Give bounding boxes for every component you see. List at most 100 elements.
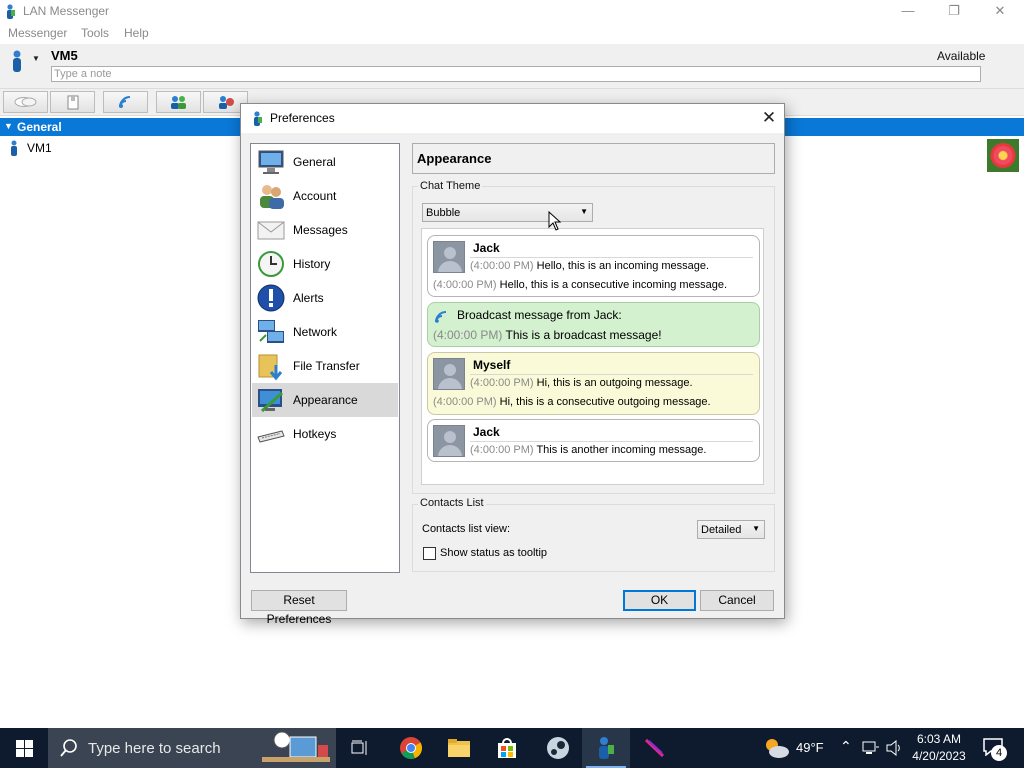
category-messages[interactable]: Messages bbox=[252, 213, 398, 247]
sender-name: Myself bbox=[473, 358, 511, 372]
keyboard-icon bbox=[257, 430, 285, 443]
clock-time: 6:03 AM bbox=[916, 732, 962, 746]
clock-date: 4/20/2023 bbox=[912, 749, 966, 763]
sender-name: Jack bbox=[473, 425, 500, 439]
clock-history-icon bbox=[258, 251, 284, 277]
contact-status-icon bbox=[11, 140, 17, 156]
taskbar-search[interactable]: Type here to search bbox=[48, 728, 336, 768]
cancel-button[interactable]: Cancel bbox=[700, 590, 774, 611]
show-status-tooltip-label[interactable]: Show status as tooltip bbox=[440, 547, 547, 559]
users-icon bbox=[260, 185, 284, 209]
weather-temperature[interactable]: 49°F bbox=[796, 740, 824, 755]
chat-theme-combo[interactable]: Bubble ▼ bbox=[422, 203, 593, 222]
lan-messenger-icon bbox=[599, 737, 614, 759]
category-history[interactable]: History bbox=[252, 247, 398, 281]
category-hotkeys[interactable]: Hotkeys bbox=[252, 417, 398, 451]
menu-messenger[interactable]: Messenger bbox=[8, 26, 67, 40]
ok-button[interactable]: OK bbox=[623, 590, 696, 611]
start-button[interactable] bbox=[0, 728, 48, 768]
group-icon bbox=[170, 96, 186, 109]
taskbar: Type here to search 49°F ⌃ 6:03 AM 4/20/… bbox=[0, 728, 1024, 768]
monitor-icon bbox=[258, 150, 284, 174]
clip-icon bbox=[67, 95, 78, 110]
folder-icon bbox=[448, 739, 470, 757]
chat-bubbles-icon bbox=[14, 97, 36, 107]
menu-help[interactable]: Help bbox=[124, 26, 149, 40]
main-titlebar: LAN Messenger — ❐ ✕ bbox=[0, 0, 1024, 22]
divider bbox=[470, 441, 753, 442]
windows-logo-icon bbox=[16, 740, 33, 757]
dialog-app-icon bbox=[254, 111, 262, 126]
search-highlight-illustration bbox=[262, 731, 330, 762]
file-explorer-taskbar-app[interactable] bbox=[434, 728, 482, 768]
app-title: LAN Messenger bbox=[23, 4, 110, 18]
dropdown-arrow-icon: ▼ bbox=[752, 524, 760, 533]
dialog-title: Preferences bbox=[270, 111, 335, 125]
contact-name: VM1 bbox=[27, 141, 52, 155]
show-status-tooltip-checkbox[interactable] bbox=[423, 547, 436, 560]
group-name: General bbox=[17, 120, 62, 134]
message-line: (4:00:00 PM) Hi, this is an outgoing mes… bbox=[470, 377, 693, 389]
status-dropdown-icon[interactable]: ▼ bbox=[32, 54, 40, 63]
store-icon bbox=[498, 738, 516, 758]
user-status[interactable]: Available bbox=[937, 49, 985, 63]
search-placeholder: Type here to search bbox=[88, 740, 221, 757]
task-view-button[interactable] bbox=[336, 728, 384, 768]
reset-preferences-button[interactable]: Reset Preferences bbox=[251, 590, 347, 626]
network-icon[interactable] bbox=[862, 741, 880, 755]
chat-theme-preview: Jack (4:00:00 PM) Hello, this is an inco… bbox=[421, 228, 764, 485]
user-status-icon[interactable] bbox=[10, 50, 24, 72]
volume-icon[interactable] bbox=[886, 740, 904, 756]
avatar bbox=[433, 241, 465, 273]
message-line: (4:00:00 PM) Hello, this is an incoming … bbox=[470, 260, 710, 272]
broadcast-icon bbox=[118, 96, 130, 108]
search-icon bbox=[60, 739, 77, 757]
chrome-icon bbox=[400, 737, 423, 760]
contacts-view-combo[interactable]: Detailed ▼ bbox=[697, 520, 765, 539]
file-transfer-button[interactable] bbox=[50, 91, 95, 113]
collapse-arrow-icon[interactable]: ▼ bbox=[4, 121, 13, 131]
steam-icon bbox=[547, 737, 569, 759]
message-line: (4:00:00 PM) Hello, this is a consecutiv… bbox=[433, 279, 728, 291]
weather-icon[interactable] bbox=[763, 737, 791, 759]
lan-messenger-app-icon bbox=[7, 4, 15, 19]
dialog-close-button[interactable]: ✕ bbox=[757, 107, 781, 129]
chat-button[interactable] bbox=[3, 91, 48, 113]
contacts-view-label: Contacts list view: bbox=[422, 523, 511, 535]
chrome-taskbar-app[interactable] bbox=[386, 728, 434, 768]
folder-icon bbox=[258, 354, 283, 381]
category-list: General Account Messages History Alerts … bbox=[250, 143, 400, 573]
category-general[interactable]: General bbox=[252, 145, 398, 179]
category-appearance[interactable]: Appearance bbox=[252, 383, 398, 417]
broadcast-title: Broadcast message from Jack: bbox=[457, 308, 622, 322]
store-taskbar-app[interactable] bbox=[483, 728, 531, 768]
broadcast-text: (4:00:00 PM) This is a broadcast message… bbox=[433, 328, 662, 342]
clock[interactable]: 6:03 AM 4/20/2023 bbox=[908, 731, 970, 765]
add-group-button[interactable] bbox=[156, 91, 201, 113]
appearance-icon bbox=[258, 389, 284, 413]
broadcast-button[interactable] bbox=[103, 91, 148, 113]
contacts-list-group-title: Contacts List bbox=[418, 497, 486, 509]
contacts-view-value: Detailed bbox=[701, 524, 742, 536]
lan-messenger-taskbar-app[interactable] bbox=[582, 728, 630, 768]
maximize-button[interactable]: ❐ bbox=[931, 0, 977, 22]
close-button[interactable]: ✕ bbox=[977, 0, 1023, 22]
avatar bbox=[433, 358, 465, 390]
feather-taskbar-app[interactable] bbox=[630, 728, 678, 768]
category-file-transfer[interactable]: File Transfer bbox=[252, 349, 398, 383]
dialog-titlebar: Preferences ✕ bbox=[241, 104, 784, 133]
contact-avatar bbox=[987, 139, 1019, 172]
note-input[interactable] bbox=[51, 66, 981, 82]
mouse-cursor-icon bbox=[548, 211, 562, 231]
steam-taskbar-app[interactable] bbox=[533, 728, 581, 768]
show-hidden-icons-icon[interactable]: ⌃ bbox=[840, 738, 852, 755]
divider bbox=[470, 257, 753, 258]
notification-count-badge: 4 bbox=[991, 745, 1007, 761]
category-account[interactable]: Account bbox=[252, 179, 398, 213]
category-alerts[interactable]: Alerts bbox=[252, 281, 398, 315]
preferences-dialog: Preferences ✕ General Account Messages H… bbox=[240, 103, 785, 626]
broadcast-message-bubble: Broadcast message from Jack: (4:00:00 PM… bbox=[427, 302, 760, 347]
minimize-button[interactable]: — bbox=[885, 0, 931, 22]
menu-tools[interactable]: Tools bbox=[81, 26, 109, 40]
category-network[interactable]: Network bbox=[252, 315, 398, 349]
